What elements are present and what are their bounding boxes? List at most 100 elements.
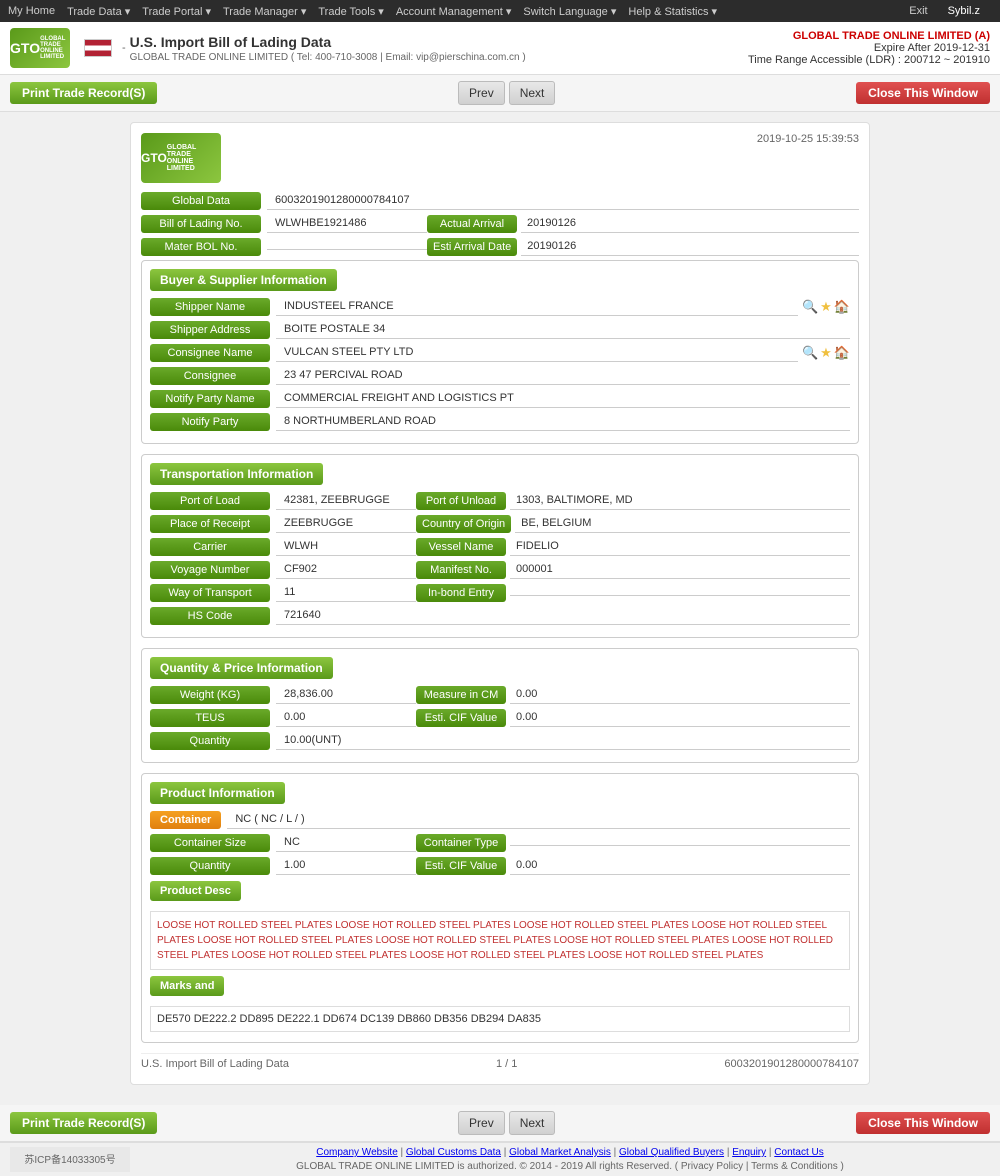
main-content: GTOGLOBAL TRADEONLINE LIMITED 2019-10-25…: [120, 112, 880, 1105]
footer-link-customs[interactable]: Global Customs Data: [406, 1147, 501, 1158]
notify-party-value: 8 NORTHUMBERLAND ROAD: [276, 412, 850, 431]
footer-links-area: Company Website | Global Customs Data | …: [150, 1147, 990, 1172]
hs-code-row: HS Code 721640: [150, 606, 850, 625]
notify-party-label: Notify Party: [150, 413, 270, 431]
product-info-header: Product Information: [150, 782, 285, 804]
next-button-top[interactable]: Next: [509, 81, 556, 105]
container-size-value: NC: [276, 833, 416, 852]
nav-trademanager[interactable]: Trade Manager ▾: [223, 5, 306, 18]
teus-label: TEUS: [150, 709, 270, 727]
container-row: Container NC ( NC / L / ): [150, 810, 850, 829]
star-icon-shipper[interactable]: ★: [820, 299, 832, 315]
footer-link-company[interactable]: Company Website: [316, 1147, 398, 1158]
voyage-label: Voyage Number: [150, 561, 270, 579]
manifest-value: 000001: [510, 560, 850, 579]
footer-link-market[interactable]: Global Market Analysis: [509, 1147, 611, 1158]
header-contact: GLOBAL TRADE ONLINE LIMITED ( Tel: 400-7…: [130, 52, 526, 63]
nav-switchlang[interactable]: Switch Language ▾: [523, 5, 616, 18]
record-footer-page: 1 / 1: [496, 1058, 517, 1070]
manifest-label: Manifest No.: [416, 561, 506, 579]
transportation-header: Transportation Information: [150, 463, 323, 485]
nav-tradedata[interactable]: Trade Data ▾: [67, 5, 130, 18]
inbond-label: In-bond Entry: [416, 584, 506, 602]
global-data-row: Global Data 6003201901280000784107: [141, 191, 859, 210]
port-unload-value: 1303, BALTIMORE, MD: [510, 491, 850, 510]
print-button-top[interactable]: Print Trade Record(S): [10, 82, 157, 104]
prev-button-bottom[interactable]: Prev: [458, 1111, 505, 1135]
flag-icon: [84, 39, 112, 57]
top-navigation: My Home Trade Data ▾ Trade Portal ▾ Trad…: [0, 0, 1000, 22]
vessel-name-label: Vessel Name: [416, 538, 506, 556]
container-type-value: [510, 839, 850, 846]
quantity-value: 10.00(UNT): [276, 731, 850, 750]
master-bol-row: Mater BOL No. Esti Arrival Date 20190126: [141, 237, 859, 256]
marks-value: DE570 DE222.2 DD895 DE222.1 DD674 DC139 …: [150, 1006, 850, 1032]
footer-link-buyers[interactable]: Global Qualified Buyers: [619, 1147, 724, 1158]
bol-label: Bill of Lading No.: [141, 215, 261, 233]
close-button-bottom[interactable]: Close This Window: [856, 1112, 990, 1134]
carrier-row: Carrier WLWH Vessel Name FIDELIO: [150, 537, 850, 556]
esti-arrival-label: Esti Arrival Date: [427, 238, 517, 256]
transportation-section: Transportation Information Port of Load …: [141, 454, 859, 638]
product-desc-value: LOOSE HOT ROLLED STEEL PLATES LOOSE HOT …: [150, 911, 850, 970]
record-footer-label: U.S. Import Bill of Lading Data: [141, 1058, 289, 1070]
product-esti-cif-label: Esti. CIF Value: [416, 857, 506, 875]
container-button[interactable]: Container: [150, 811, 221, 829]
footer-copyright: GLOBAL TRADE ONLINE LIMITED is authorize…: [150, 1161, 990, 1172]
time-range: Time Range Accessible (LDR) : 200712 ~ 2…: [748, 54, 990, 66]
voyage-value: CF902: [276, 560, 416, 579]
country-origin-value: BE, BELGIUM: [515, 514, 850, 533]
notify-party-name-row: Notify Party Name COMMERCIAL FREIGHT AND…: [150, 389, 850, 408]
nav-user: Sybil.z: [948, 5, 980, 17]
master-bol-value: [267, 243, 427, 250]
notify-party-row: Notify Party 8 NORTHUMBERLAND ROAD: [150, 412, 850, 431]
toolbar-bottom: Print Trade Record(S) Prev Next Close Th…: [0, 1105, 1000, 1142]
prev-button-top[interactable]: Prev: [458, 81, 505, 105]
esti-cif-value: 0.00: [510, 708, 850, 727]
star-icon-consignee[interactable]: ★: [820, 345, 832, 361]
search-icon-shipper[interactable]: 🔍: [802, 299, 818, 315]
nav-help[interactable]: Help & Statistics ▾: [628, 5, 717, 18]
nav-exit[interactable]: Exit: [909, 5, 927, 17]
measure-value: 0.00: [510, 685, 850, 704]
page-title: U.S. Import Bill of Lading Data: [130, 34, 526, 50]
quantity-label: Quantity: [150, 732, 270, 750]
global-data-value: 6003201901280000784107: [267, 191, 859, 210]
product-esti-cif-value: 0.00: [510, 856, 850, 875]
transport-row: Way of Transport 11 In-bond Entry: [150, 583, 850, 602]
footer-link-contact[interactable]: Contact Us: [774, 1147, 823, 1158]
consignee-label: Consignee: [150, 367, 270, 385]
product-info-section: Product Information Container NC ( NC / …: [141, 773, 859, 1043]
nav-tradeportal[interactable]: Trade Portal ▾: [142, 5, 211, 18]
container-size-label: Container Size: [150, 834, 270, 852]
country-origin-label: Country of Origin: [416, 515, 511, 533]
notify-party-name-label: Notify Party Name: [150, 390, 270, 408]
close-button-top[interactable]: Close This Window: [856, 82, 990, 104]
esti-cif-label: Esti. CIF Value: [416, 709, 506, 727]
nav-accountmgmt[interactable]: Account Management ▾: [396, 5, 512, 18]
print-button-bottom[interactable]: Print Trade Record(S): [10, 1112, 157, 1134]
footer-link-enquiry[interactable]: Enquiry: [732, 1147, 766, 1158]
next-button-bottom[interactable]: Next: [509, 1111, 556, 1135]
consignee-name-row: Consignee Name VULCAN STEEL PTY LTD 🔍 ★ …: [150, 343, 850, 362]
bol-row: Bill of Lading No. WLWHBE1921486 Actual …: [141, 214, 859, 233]
quantity-row: Quantity 10.00(UNT): [150, 731, 850, 750]
shipper-address-label: Shipper Address: [150, 321, 270, 339]
home-icon-consignee[interactable]: 🏠: [834, 345, 850, 361]
place-receipt-value: ZEEBRUGGE: [276, 514, 416, 533]
footer-links: Company Website | Global Customs Data | …: [150, 1147, 990, 1158]
weight-value: 28,836.00: [276, 685, 416, 704]
place-receipt-label: Place of Receipt: [150, 515, 270, 533]
nav-buttons-bottom: Prev Next: [458, 1111, 555, 1135]
shipper-name-value: INDUSTEEL FRANCE: [276, 297, 798, 316]
marks-header: Marks and: [150, 976, 224, 996]
port-unload-label: Port of Unload: [416, 492, 506, 510]
actual-arrival-value: 20190126: [521, 214, 859, 233]
nav-myhome[interactable]: My Home: [8, 5, 55, 17]
teus-row: TEUS 0.00 Esti. CIF Value 0.00: [150, 708, 850, 727]
home-icon-shipper[interactable]: 🏠: [834, 299, 850, 315]
bol-value: WLWHBE1921486: [267, 214, 427, 233]
esti-arrival-value: 20190126: [521, 237, 859, 256]
nav-tradetools[interactable]: Trade Tools ▾: [318, 5, 383, 18]
search-icon-consignee[interactable]: 🔍: [802, 345, 818, 361]
